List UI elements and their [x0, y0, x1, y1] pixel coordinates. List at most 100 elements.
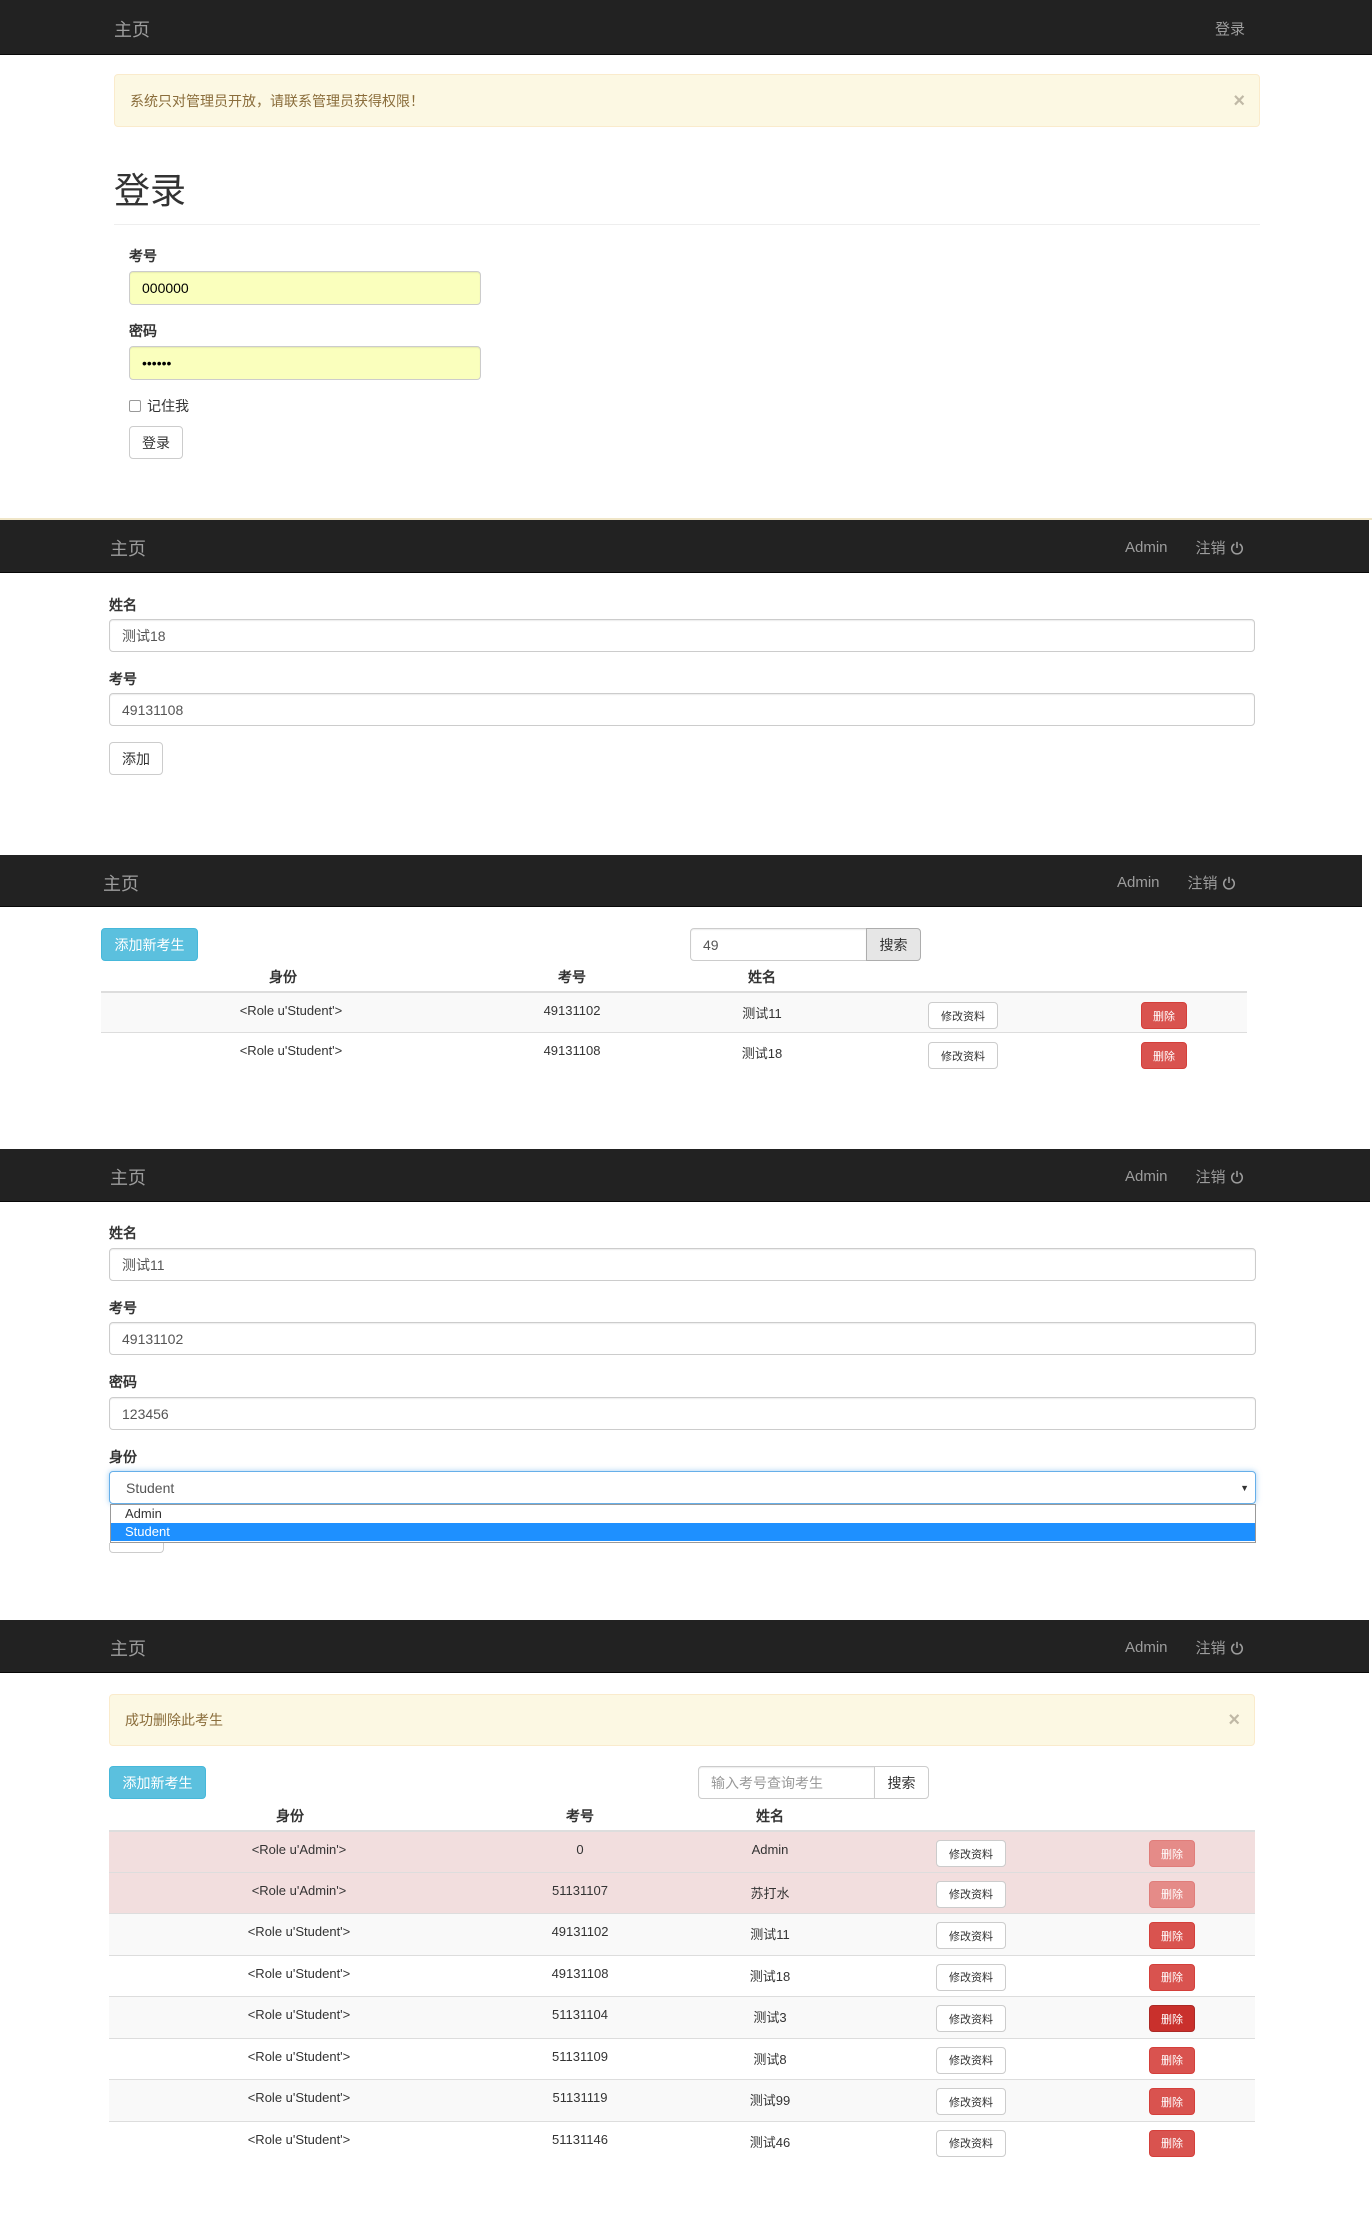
delete-button[interactable]: 删除: [1149, 2129, 1195, 2157]
table-row: <Role u'Student'> 49131108 测试18 修改资料 删除: [109, 1954, 1255, 1997]
id-field[interactable]: 49131108: [109, 693, 1255, 726]
nav-user[interactable]: Admin: [1125, 539, 1168, 556]
id-value: 000000: [142, 280, 189, 296]
cell-name: 测试8: [753, 2051, 787, 2067]
role-option-admin[interactable]: Admin: [111, 1505, 1255, 1523]
cell-id: 51131104: [552, 2007, 608, 2022]
col-name: 姓名: [748, 969, 776, 985]
nav-login-label[interactable]: 登录: [1215, 18, 1245, 39]
logout-link[interactable]: 注销: [1188, 872, 1236, 893]
delete-button[interactable]: 删除: [1149, 2005, 1195, 2032]
cell-name: 测试99: [749, 2093, 791, 2108]
password-label: 密码: [129, 323, 157, 339]
logout-link[interactable]: 注销: [1196, 1166, 1244, 1187]
edit-button[interactable]: 修改资料: [936, 1880, 1006, 1908]
nav-right-group: Admin 注销: [1125, 1637, 1244, 1658]
col-id: 考号: [558, 969, 586, 985]
cell-id: 51131119: [552, 2090, 608, 2105]
remember-me-checkbox[interactable]: 记住我: [129, 396, 189, 416]
nav-user[interactable]: Admin: [1125, 1168, 1168, 1185]
cell-id: 49131102: [551, 1924, 609, 1939]
logout-label[interactable]: 注销: [1196, 540, 1226, 557]
logout-link[interactable]: 注销: [1196, 537, 1244, 558]
logout-label[interactable]: 注销: [1188, 875, 1218, 892]
cell-role: <Role u'Student'>: [247, 1965, 351, 1981]
delete-button[interactable]: 删除: [1149, 1880, 1195, 1908]
add-new-student-button[interactable]: 添加新考生: [109, 1766, 206, 1799]
id-field[interactable]: 000000: [129, 271, 481, 305]
edit-button[interactable]: 修改资料: [936, 2129, 1006, 2157]
cell-role: <Role u'Student'>: [247, 2048, 351, 2064]
password-label: 密码: [109, 1374, 137, 1390]
brand-link[interactable]: 主页: [110, 1164, 146, 1190]
name-label: 姓名: [109, 1225, 137, 1241]
role-dropdown: Admin Student: [110, 1504, 1256, 1543]
id-label: 考号: [109, 1300, 137, 1316]
name-label: 姓名: [109, 597, 137, 613]
logout-label[interactable]: 注销: [1196, 1169, 1226, 1186]
edit-button[interactable]: 修改资料: [928, 1042, 998, 1069]
edit-button[interactable]: 修改资料: [936, 2088, 1006, 2115]
search-button[interactable]: 搜索: [874, 1766, 929, 1799]
nav-login-link[interactable]: 登录: [1215, 18, 1245, 39]
password-field[interactable]: ••••••: [129, 346, 481, 380]
cell-name: 测试11: [742, 1006, 782, 1021]
hidden-submit-button[interactable]: [109, 1543, 164, 1553]
col-role: 身份: [276, 1808, 304, 1824]
cell-id: 51131109: [552, 2048, 608, 2064]
cell-role: <Role u'Student'>: [239, 1043, 343, 1058]
delete-button[interactable]: 删除: [1141, 1002, 1187, 1029]
brand-link[interactable]: 主页: [114, 16, 150, 42]
logout-link[interactable]: 注销: [1196, 1637, 1244, 1658]
edit-button[interactable]: 修改资料: [936, 2005, 1006, 2032]
name-field[interactable]: 测试18: [109, 619, 1255, 652]
table-row: <Role u'Student'> 49131102 测试11 修改资料 删除: [109, 1913, 1255, 1955]
cell-id: 49131108: [551, 1965, 609, 1981]
close-icon[interactable]: ×: [1233, 91, 1245, 111]
delete-button[interactable]: 删除: [1149, 2046, 1195, 2074]
navbar-add: 主页 Admin 注销: [0, 520, 1369, 573]
navbar-search: 主页 Admin 注销: [0, 855, 1362, 907]
password-value: ••••••: [142, 355, 172, 371]
id-value: 49131108: [122, 701, 184, 718]
add-new-student-button[interactable]: 添加新考生: [101, 928, 198, 961]
delete-button[interactable]: 删除: [1149, 1840, 1195, 1867]
nav-user[interactable]: Admin: [1117, 874, 1160, 891]
delete-button[interactable]: 删除: [1149, 2088, 1195, 2115]
cell-name: 测试18: [749, 1968, 791, 1984]
search-button[interactable]: 搜索: [866, 928, 921, 961]
search-input[interactable]: 输入考号查询考生: [698, 1766, 875, 1799]
edit-button[interactable]: 修改资料: [928, 1002, 998, 1029]
close-icon[interactable]: ×: [1228, 1710, 1240, 1730]
role-option-student[interactable]: Student: [111, 1523, 1255, 1541]
add-button[interactable]: 添加: [109, 742, 163, 775]
id-field[interactable]: 49131102: [109, 1322, 1256, 1355]
role-select[interactable]: Student ▼: [109, 1471, 1256, 1504]
table-row: <Role u'Student'> 49131108 测试18 修改资料 删除: [101, 1032, 1247, 1073]
chevron-down-icon: ▼: [1240, 1482, 1249, 1493]
nav-user[interactable]: Admin: [1125, 1639, 1168, 1656]
checkbox-icon[interactable]: [129, 400, 141, 412]
delete-button[interactable]: 删除: [1141, 1042, 1187, 1069]
delete-button[interactable]: 删除: [1149, 1922, 1195, 1949]
logout-label[interactable]: 注销: [1196, 1640, 1226, 1657]
edit-button[interactable]: 修改资料: [936, 1922, 1006, 1949]
id-label: 考号: [129, 248, 157, 264]
edit-button[interactable]: 修改资料: [936, 1840, 1006, 1867]
brand-link[interactable]: 主页: [103, 870, 139, 896]
permission-alert: 系统只对管理员开放，请联系管理员获得权限！ ×: [114, 74, 1260, 127]
id-value: 49131102: [122, 1330, 184, 1347]
search-placeholder: 输入考号查询考生: [711, 1774, 823, 1791]
delete-button[interactable]: 删除: [1149, 1963, 1195, 1991]
password-field[interactable]: 123456: [109, 1397, 1256, 1430]
name-value: 测试18: [122, 627, 166, 644]
brand-link[interactable]: 主页: [110, 1635, 146, 1661]
edit-button[interactable]: 修改资料: [936, 1963, 1006, 1991]
name-field[interactable]: 测试11: [109, 1248, 1256, 1281]
table-row: <Role u'Admin'> 0 Admin 修改资料 删除: [109, 1830, 1255, 1872]
table-row: <Role u'Student'> 51131109 测试8 修改资料 删除: [109, 2037, 1255, 2080]
login-button[interactable]: 登录: [129, 426, 183, 459]
edit-button[interactable]: 修改资料: [936, 2046, 1006, 2074]
brand-link[interactable]: 主页: [110, 535, 146, 561]
search-input[interactable]: 49: [690, 928, 867, 961]
